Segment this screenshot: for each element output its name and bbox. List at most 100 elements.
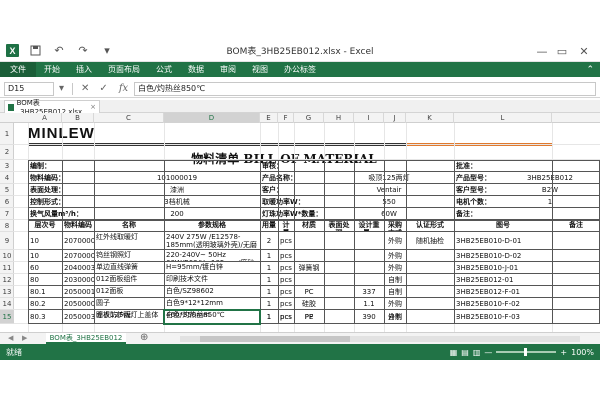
scroll-thumb[interactable]: [200, 336, 350, 342]
table-cell[interactable]: 3HB25EB010-D-01: [454, 232, 552, 250]
table-cell[interactable]: 10: [28, 232, 62, 250]
close-tab-icon[interactable]: ×: [90, 103, 99, 111]
undo-icon[interactable]: ↶: [51, 43, 67, 59]
row-header-3[interactable]: 3: [0, 160, 14, 172]
table-cell[interactable]: 207000006: [62, 232, 94, 250]
row-header-2[interactable]: 2: [0, 145, 14, 160]
menu-home[interactable]: 开始: [36, 62, 68, 77]
row-header-4[interactable]: 4: [0, 172, 14, 184]
zoom-slider[interactable]: [496, 348, 557, 356]
confirm-entry-icon[interactable]: ✓: [94, 83, 112, 94]
add-sheet-icon[interactable]: ⊕: [140, 332, 148, 343]
table-cell[interactable]: [324, 310, 354, 324]
page-layout-view-icon[interactable]: ▤: [461, 348, 469, 357]
table-cell[interactable]: 2: [260, 232, 278, 250]
cell-border: [406, 160, 407, 324]
column-header-a[interactable]: A: [28, 113, 62, 123]
table-cell[interactable]: [406, 310, 454, 324]
zoom-slider-knob[interactable]: [524, 348, 528, 356]
table-cell[interactable]: 随机抽检: [406, 232, 454, 250]
table-cell[interactable]: 390: [354, 310, 384, 324]
cell-border: [454, 160, 455, 324]
formula-bar: D15 ▾ ✕ ✓ fx 白色/灼热丝850℃: [0, 80, 600, 98]
formula-input[interactable]: 白色/灼热丝850℃: [134, 81, 596, 96]
table-cell[interactable]: 240V 275W /E12578-185mm(透明玻璃外壳)/无磨砂/抗刷技术…: [164, 232, 260, 250]
menu-office-tab[interactable]: 办公标签: [276, 62, 324, 77]
table-cell[interactable]: pcs: [278, 310, 294, 324]
table-cell[interactable]: [354, 232, 384, 250]
table-cell[interactable]: 205000301: [62, 310, 94, 324]
column-header-b[interactable]: B: [62, 113, 94, 123]
save-icon[interactable]: [27, 43, 43, 59]
gridline-horizontal: [14, 144, 600, 145]
row-header-8[interactable]: 8: [0, 220, 14, 232]
menu-file[interactable]: 文件: [0, 62, 36, 77]
table-cell[interactable]: [552, 310, 600, 324]
column-header-h[interactable]: H: [324, 113, 354, 123]
minimize-icon[interactable]: —: [534, 43, 550, 59]
horizontal-scrollbar[interactable]: [180, 336, 580, 342]
column-header-g[interactable]: G: [294, 113, 324, 123]
ribbon-collapse-icon[interactable]: ⌃: [586, 65, 600, 75]
status-bar: 就绪 ▦ ▤ ▥ — + 100%: [0, 344, 600, 360]
restore-icon[interactable]: ▭: [554, 43, 570, 59]
row-header-9[interactable]: 9: [0, 232, 14, 250]
table-cell[interactable]: 红外线取暖灯: [94, 232, 164, 250]
cell-border: [62, 160, 63, 324]
row-header-11[interactable]: 11: [0, 262, 14, 274]
close-icon[interactable]: ✕: [576, 43, 592, 59]
table-cell[interactable]: 1: [260, 310, 278, 324]
table-cell[interactable]: 晾衣125两灯上盖体: [94, 310, 164, 324]
table-cell[interactable]: [552, 232, 600, 250]
menu-page-layout[interactable]: 页面布局: [100, 62, 148, 77]
cell-border: [260, 160, 261, 324]
column-header-d[interactable]: D: [164, 113, 260, 123]
next-sheet-icon[interactable]: ▶: [22, 334, 27, 342]
row-header-5[interactable]: 5: [0, 184, 14, 196]
column-header-l[interactable]: L: [454, 113, 552, 123]
table-cell[interactable]: 白色/灼热丝850℃: [164, 310, 260, 324]
column-header-f[interactable]: F: [278, 113, 294, 123]
prev-sheet-icon[interactable]: ◀: [8, 334, 13, 342]
redo-icon[interactable]: ↷: [75, 43, 91, 59]
cancel-entry-icon[interactable]: ✕: [76, 83, 94, 94]
name-box-dropdown-icon[interactable]: ▾: [54, 83, 69, 94]
table-cell[interactable]: [324, 232, 354, 250]
workbook-tab[interactable]: BOM表_3HB25EB012.xlsx ×: [4, 99, 100, 116]
insert-function-icon[interactable]: fx: [113, 83, 134, 94]
row-header-1[interactable]: 1: [0, 123, 14, 145]
table-cell[interactable]: [28, 310, 62, 324]
name-box[interactable]: D15: [4, 81, 54, 96]
table-cell[interactable]: PP: [294, 310, 324, 324]
sheet-tab-bom[interactable]: BOM表_3HB25EB012: [46, 333, 126, 344]
table-cell[interactable]: 外购: [384, 232, 406, 250]
column-header-c[interactable]: C: [94, 113, 164, 123]
zoom-in-button[interactable]: +: [560, 348, 567, 357]
row-header-15[interactable]: 15: [0, 310, 14, 324]
row-header-13[interactable]: 13: [0, 286, 14, 298]
page-break-view-icon[interactable]: ▥: [473, 348, 481, 357]
row-header-14[interactable]: 14: [0, 298, 14, 310]
menu-insert[interactable]: 插入: [68, 62, 100, 77]
sheet-cells[interactable]: MINLEW 物料清单 BILL OF MATERIAL 编制：审核：批准：物料…: [14, 123, 600, 332]
zoom-out-button[interactable]: —: [484, 348, 492, 357]
menu-view[interactable]: 视图: [244, 62, 276, 77]
table-cell[interactable]: 自制: [384, 310, 406, 324]
column-header-k[interactable]: K: [406, 113, 454, 123]
menu-review[interactable]: 审阅: [212, 62, 244, 77]
menu-formulas[interactable]: 公式: [148, 62, 180, 77]
row-header-6[interactable]: 6: [0, 196, 14, 208]
column-header-j[interactable]: J: [384, 113, 406, 123]
customize-quick-access-icon[interactable]: ▾: [99, 43, 115, 59]
menu-data[interactable]: 数据: [180, 62, 212, 77]
table-cell[interactable]: pcs: [278, 232, 294, 250]
row-header-7[interactable]: 7: [0, 208, 14, 220]
column-header-e[interactable]: E: [260, 113, 278, 123]
column-header-i[interactable]: I: [354, 113, 384, 123]
normal-view-icon[interactable]: ▦: [450, 348, 458, 357]
table-cell[interactable]: 3HB25EB010-F-03: [454, 310, 552, 324]
table-cell[interactable]: [294, 232, 324, 250]
row-header-10[interactable]: 10: [0, 250, 14, 262]
cell-border: [552, 160, 553, 324]
row-header-12[interactable]: 12: [0, 274, 14, 286]
